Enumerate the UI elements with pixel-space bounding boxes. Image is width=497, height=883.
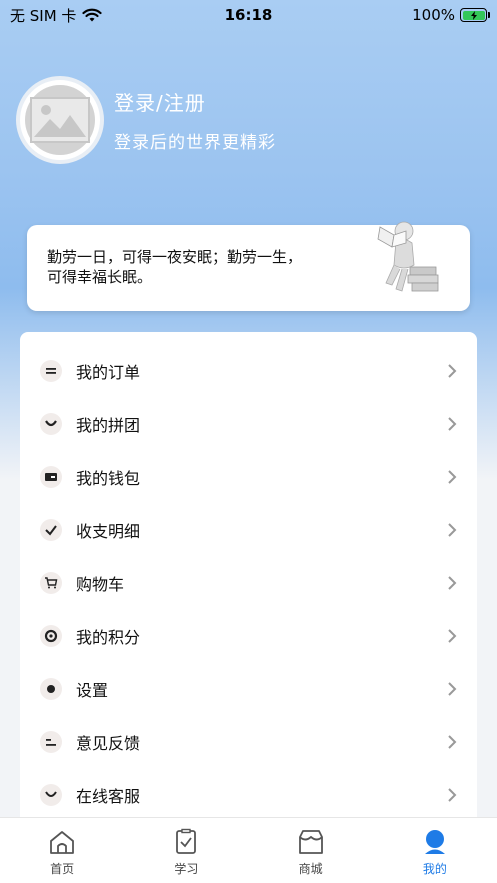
group-buy-icon xyxy=(40,412,62,435)
menu-item-feedback[interactable]: 意见反馈 xyxy=(20,715,477,768)
menu-item-customer-service[interactable]: 在线客服 xyxy=(20,768,477,821)
tab-shop[interactable]: 商城 xyxy=(249,818,373,883)
customer-service-icon xyxy=(40,783,62,806)
status-bar: 无 SIM 卡 16:18 100% xyxy=(0,0,497,30)
menu-item-label: 我的积分 xyxy=(76,627,141,647)
avatar[interactable] xyxy=(16,76,104,164)
battery-percent: 100% xyxy=(412,6,455,24)
menu-item-wallet[interactable]: 我的钱包 xyxy=(20,450,477,503)
menu-item-label: 在线客服 xyxy=(76,786,141,806)
profile-icon xyxy=(424,830,445,854)
order-icon xyxy=(40,359,62,382)
chevron-right-icon xyxy=(448,575,457,590)
profile-header[interactable]: 登录/注册 登录后的世界更精彩 xyxy=(16,76,276,164)
profile-subtitle: 登录后的世界更精彩 xyxy=(114,133,276,153)
menu-list: 我的订单 我的拼团 我的钱包 收支明细 购物车 我的积分 设置 意见反馈 在线客… xyxy=(20,332,477,832)
wifi-icon xyxy=(82,8,103,21)
menu-item-points[interactable]: 我的积分 xyxy=(20,609,477,662)
menu-item-transactions[interactable]: 收支明细 xyxy=(20,503,477,556)
chevron-right-icon xyxy=(448,734,457,749)
menu-item-settings[interactable]: 设置 xyxy=(20,662,477,715)
menu-item-label: 我的订单 xyxy=(76,362,141,382)
menu-item-label: 我的拼团 xyxy=(76,415,141,435)
menu-item-group-buy[interactable]: 我的拼团 xyxy=(20,397,477,450)
study-icon xyxy=(176,828,197,854)
menu-item-label: 收支明细 xyxy=(76,521,141,541)
tab-label: 首页 xyxy=(50,862,75,876)
checkmark-icon xyxy=(40,518,62,541)
menu-item-label: 意见反馈 xyxy=(76,733,141,753)
carrier-label: 无 SIM 卡 xyxy=(10,6,77,25)
tab-label: 商城 xyxy=(298,862,323,876)
charging-bolt-icon xyxy=(470,10,477,20)
cart-icon xyxy=(40,571,62,594)
menu-item-label: 购物车 xyxy=(76,574,125,594)
menu-item-label: 设置 xyxy=(76,680,109,700)
menu-item-orders[interactable]: 我的订单 xyxy=(20,344,477,397)
tab-bar: 首页 学习 商城 我的 xyxy=(0,817,497,883)
shop-icon xyxy=(298,830,323,854)
chevron-right-icon xyxy=(448,416,457,431)
chevron-right-icon xyxy=(448,787,457,802)
tab-study[interactable]: 学习 xyxy=(124,818,248,883)
chevron-right-icon xyxy=(448,469,457,484)
reading-figure-icon xyxy=(377,221,439,292)
points-icon xyxy=(40,624,62,647)
image-placeholder-icon xyxy=(30,97,90,143)
tab-profile[interactable]: 我的 xyxy=(373,818,497,883)
settings-icon xyxy=(40,677,62,700)
home-icon xyxy=(50,831,75,854)
login-register-link[interactable]: 登录/注册 xyxy=(114,87,276,116)
battery-icon xyxy=(460,8,490,22)
quote-card: 勤劳一日，可得一夜安眠；勤劳一生， 可得幸福长眠。 xyxy=(27,221,470,311)
quote-line-1: 勤劳一日，可得一夜安眠；勤劳一生， xyxy=(47,248,303,266)
menu-item-cart[interactable]: 购物车 xyxy=(20,556,477,609)
quote-line-2: 可得幸福长眠。 xyxy=(47,268,153,286)
tab-home[interactable]: 首页 xyxy=(0,818,124,883)
chevron-right-icon xyxy=(448,522,457,537)
tab-label: 学习 xyxy=(174,862,199,876)
tab-label: 我的 xyxy=(422,862,447,876)
quote-text: 勤劳一日，可得一夜安眠；勤劳一生， 可得幸福长眠。 xyxy=(47,247,357,287)
wallet-icon xyxy=(40,465,62,488)
chevron-right-icon xyxy=(448,363,457,378)
menu-item-label: 我的钱包 xyxy=(76,468,141,488)
chevron-right-icon xyxy=(448,681,457,696)
feedback-icon xyxy=(40,730,62,753)
chevron-right-icon xyxy=(448,628,457,643)
